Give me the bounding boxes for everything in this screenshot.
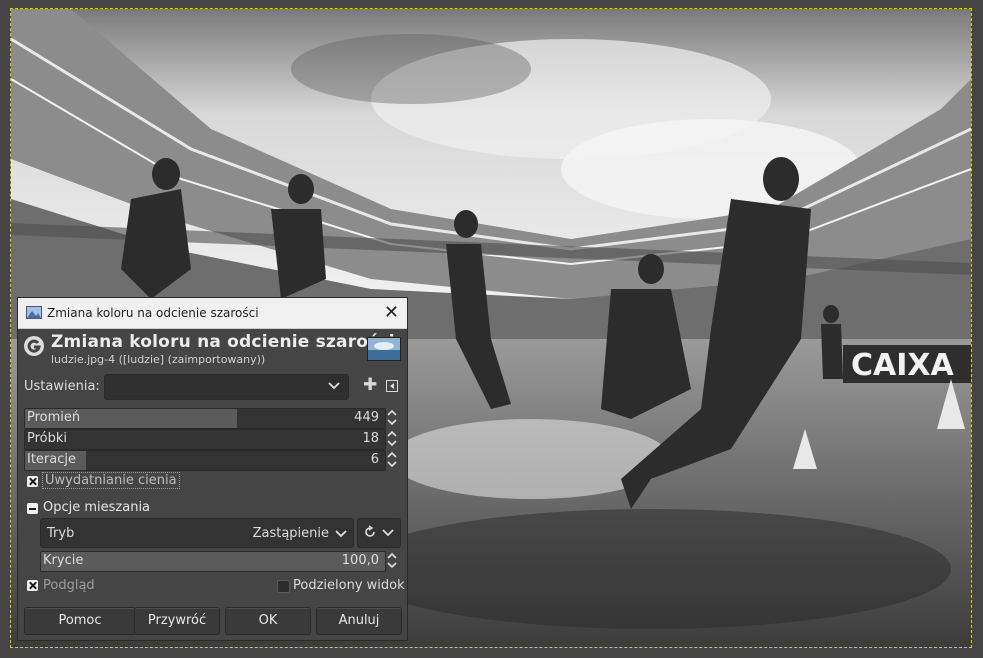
dialog-heading: Zmiana koloru na odcienie szarości [51,332,395,352]
shadow-label[interactable]: Uwydatnianie cienia [42,472,180,489]
image-window-icon [26,306,42,319]
iterations-value: 6 [370,452,379,467]
preset-menu-icon[interactable] [386,380,398,392]
blend-mode-label: Tryb [47,526,75,541]
samples-slider[interactable]: Próbki 18 [24,429,386,450]
banner-text: CAIXA [851,348,955,383]
iterations-slider[interactable]: Iteracje 6 [24,450,386,471]
preview-checkbox[interactable] [27,580,38,591]
chevron-down-icon [335,528,347,540]
radius-spin-icon[interactable] [386,408,398,427]
image-subtitle: ludzie.jpg-4 ([ludzie] (zaimportowany)) [51,353,266,366]
blend-mode-value: Zastąpienie [252,526,329,541]
add-preset-icon[interactable]: ✚ [363,377,377,394]
dialog-header: Zmiana koloru na odcienie szarości ludzi… [18,329,407,371]
dialog-titlebar[interactable]: Zmiana koloru na odcienie szarości ✕ [18,298,407,329]
opacity-slider-fill [41,552,385,571]
close-icon[interactable]: ✕ [384,302,399,323]
composite-mode-button[interactable] [357,518,401,548]
presets-row: Ustawienia: ✚ [24,374,402,400]
blending-options-label[interactable]: Opcje mieszania [43,500,150,515]
iterations-spin-icon[interactable] [386,450,398,469]
blend-mode-dropdown[interactable]: Tryb Zastąpienie [40,518,354,548]
chevron-down-icon [328,380,340,392]
preview-label[interactable]: Podgląd [43,578,95,593]
samples-value: 18 [362,431,379,446]
grayscale-dialog: Zmiana koloru na odcienie szarości ✕ Zmi… [18,298,407,640]
presets-label: Ustawienia: [24,379,100,394]
presets-dropdown[interactable] [104,374,349,400]
opacity-value: 100,0 [341,553,379,568]
split-view-label[interactable]: Podzielony widok [293,578,405,593]
ok-button[interactable]: OK [225,607,311,635]
radius-label: Promień [27,410,81,425]
shadow-checkbox[interactable] [27,476,38,487]
image-thumbnail [367,337,401,361]
opacity-slider[interactable]: Krycie 100,0 [40,551,386,572]
radius-slider[interactable]: Promień 449 [24,408,386,429]
radius-value: 449 [354,410,379,425]
chevron-down-icon [382,527,394,543]
samples-label: Próbki [27,431,68,446]
window-title: Zmiana koloru na odcienie szarości [47,306,259,320]
gegl-icon [23,335,45,357]
iterations-label: Iteracje [27,452,76,467]
composite-icon [363,525,377,543]
blending-expander-icon[interactable] [27,503,38,514]
help-button[interactable]: Pomoc [24,607,136,635]
cancel-button[interactable]: Anuluj [316,607,402,635]
opacity-label: Krycie [43,553,84,568]
split-view-checkbox[interactable] [277,580,290,593]
reset-button[interactable]: Przywróć [134,607,220,635]
opacity-spin-icon[interactable] [386,551,398,570]
samples-spin-icon[interactable] [386,429,398,448]
